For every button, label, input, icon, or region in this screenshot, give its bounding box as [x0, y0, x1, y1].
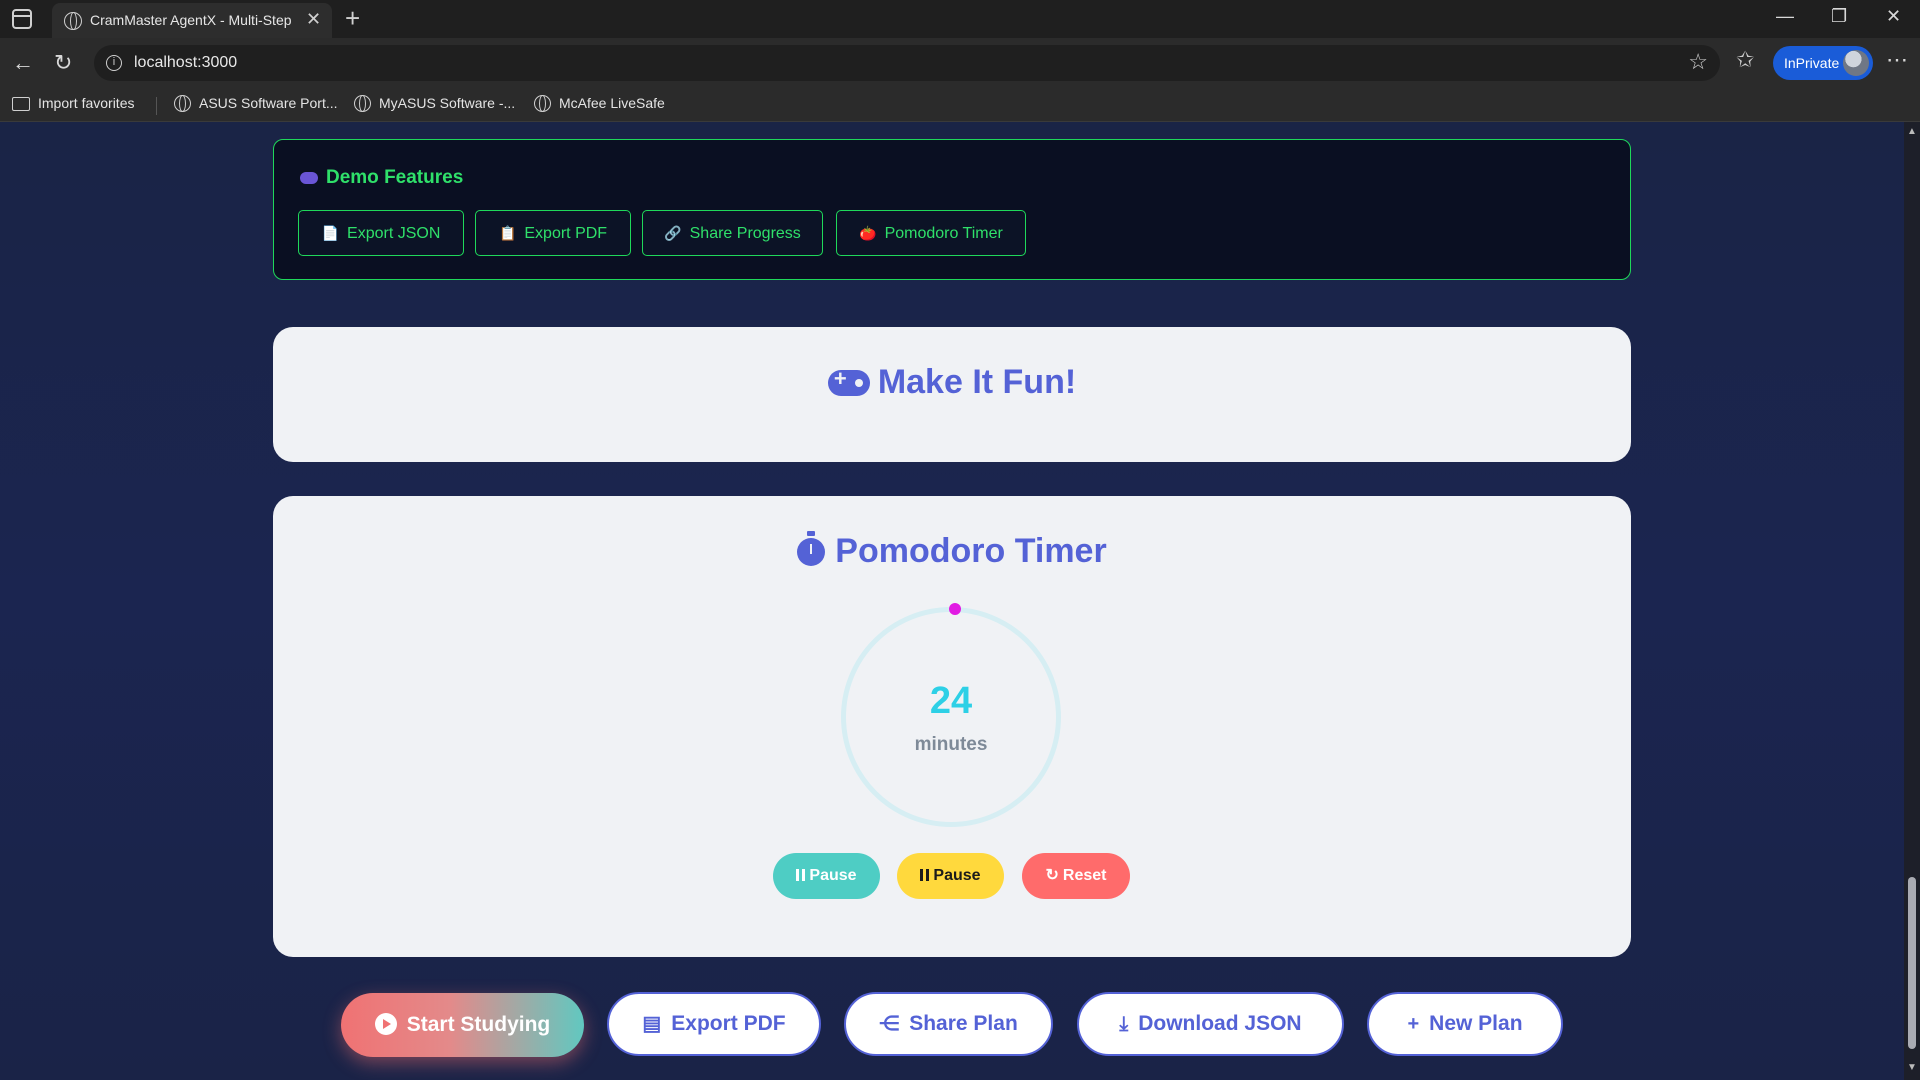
pomodoro-title: Pomodoro Timer — [273, 531, 1631, 571]
scroll-up-icon[interactable]: ▲ — [1907, 126, 1917, 137]
refresh-icon[interactable]: ↻ — [54, 50, 72, 76]
tab-close-icon[interactable]: ✕ — [306, 9, 321, 30]
document-icon: 📄 — [321, 224, 340, 241]
demo-share-progress-button[interactable]: 🔗 Share Progress — [642, 210, 823, 256]
download-icon: ⤓ — [1119, 1013, 1129, 1035]
reset-button[interactable]: ↻ Reset — [1022, 853, 1130, 899]
pause-button-teal[interactable]: Pause — [773, 853, 880, 899]
button-label: Pomodoro Timer — [884, 224, 1003, 242]
gamepad-icon — [827, 366, 870, 396]
favorites-icon[interactable]: ✩ — [1736, 47, 1754, 73]
restore-button[interactable]: ❐ — [1831, 6, 1847, 27]
reset-icon: ↻ — [1045, 867, 1059, 884]
timer-unit-label: minutes — [914, 734, 988, 755]
pause-button-yellow[interactable]: Pause — [897, 853, 1004, 899]
bookmark-asus-software[interactable]: ASUS Software Port... — [174, 95, 338, 112]
timer-ring: 24 minutes — [841, 603, 1061, 827]
clipboard-icon: 📋 — [498, 224, 517, 241]
favorite-star-icon[interactable]: ☆ — [1688, 49, 1708, 75]
bookmark-label: ASUS Software Port... — [199, 95, 338, 111]
demo-pomodoro-timer-button[interactable]: 🍅 Pomodoro Timer — [836, 210, 1026, 256]
make-it-fun-title: Make It Fun! — [273, 363, 1631, 402]
demo-features-title: Demo Features — [300, 167, 463, 189]
back-arrow-icon[interactable]: ← — [12, 50, 34, 76]
scroll-thumb[interactable] — [1908, 877, 1916, 1049]
globe-icon — [64, 12, 82, 30]
globe-icon — [354, 95, 371, 112]
link-icon: 🔗 — [664, 224, 682, 241]
globe-icon — [174, 95, 191, 112]
demo-features-panel: Demo Features 📄 Export JSON 📋 Export PDF 🔗… — [273, 139, 1631, 280]
demo-features-title-text: Demo Features — [326, 167, 464, 188]
timer-progress-dot — [949, 603, 961, 615]
button-label: New Plan — [1429, 1012, 1523, 1035]
inprivate-badge[interactable]: InPrivate — [1773, 46, 1873, 80]
bookmark-label: MyASUS Software -... — [379, 95, 516, 111]
button-label: Export PDF — [671, 1012, 786, 1035]
browser-toolbar: ← ↻ i localhost:3000 ☆ ✩ InPrivate ⋯ — [0, 38, 1920, 88]
button-label: Reset — [1062, 867, 1107, 884]
file-pdf-icon: ▤ — [642, 1013, 662, 1035]
tomato-icon: 🍅 — [859, 224, 877, 241]
globe-icon — [534, 95, 551, 112]
stopwatch-icon — [797, 531, 826, 566]
start-studying-button[interactable]: Start Studying — [341, 993, 584, 1057]
bookmarks-bar: Import favorites ASUS Software Port... M… — [0, 88, 1920, 122]
tab-title: CramMaster AgentX - Multi-Step — [90, 12, 292, 28]
export-pdf-button[interactable]: ▤ Export PDF — [607, 992, 821, 1056]
browser-titlebar: CramMaster AgentX - Multi-Step ✕ + — ❐ ✕ — [0, 0, 1920, 38]
minimize-button[interactable]: — — [1776, 6, 1794, 27]
make-it-fun-title-text: Make It Fun! — [877, 363, 1077, 401]
new-tab-button[interactable]: + — [345, 3, 360, 34]
tab-actions-menu-icon[interactable] — [12, 9, 32, 29]
browser-tab-active[interactable]: CramMaster AgentX - Multi-Step ✕ — [52, 3, 332, 38]
profile-avatar — [1843, 50, 1869, 76]
button-label: Pause — [933, 867, 981, 884]
page-scrollbar[interactable]: ▲ ▼ — [1904, 122, 1920, 1080]
scroll-down-icon[interactable]: ▼ — [1907, 1062, 1917, 1073]
button-label: Share Progress — [689, 224, 801, 242]
button-label: Share Plan — [909, 1012, 1018, 1035]
bookmark-label: McAfee LiveSafe — [559, 95, 665, 111]
inprivate-label: InPrivate — [1784, 55, 1840, 71]
more-menu-icon[interactable]: ⋯ — [1886, 47, 1909, 73]
site-info-icon[interactable]: i — [106, 55, 122, 71]
button-label: Pause — [809, 867, 857, 884]
new-plan-button[interactable]: + New Plan — [1367, 992, 1563, 1056]
button-label: Download JSON — [1138, 1012, 1302, 1035]
download-json-button[interactable]: ⤓ Download JSON — [1077, 992, 1344, 1056]
bookmark-mcafee-livesafe[interactable]: McAfee LiveSafe — [534, 95, 665, 112]
button-label: Export PDF — [524, 224, 608, 242]
address-bar[interactable]: i localhost:3000 ☆ — [94, 45, 1720, 81]
button-label: Export JSON — [347, 224, 441, 242]
bookmark-import-favorites[interactable]: Import favorites — [12, 95, 134, 111]
url-text[interactable]: localhost:3000 — [134, 54, 237, 72]
bookmark-myasus-software[interactable]: MyASUS Software -... — [354, 95, 515, 112]
button-label: Start Studying — [406, 1013, 551, 1036]
page-viewport: Demo Features 📄 Export JSON 📋 Export PDF 🔗… — [0, 122, 1920, 1080]
close-window-button[interactable]: ✕ — [1886, 6, 1901, 27]
gamepad-icon — [300, 172, 318, 184]
demo-export-pdf-button[interactable]: 📋 Export PDF — [475, 210, 631, 256]
bookmark-separator — [156, 97, 157, 115]
timer-minutes-value: 24 — [929, 680, 973, 722]
pause-icon — [796, 869, 806, 881]
folder-import-icon — [12, 97, 30, 111]
plus-icon: + — [1407, 1013, 1420, 1035]
bookmark-label: Import favorites — [38, 95, 135, 111]
share-icon: ⋲ — [879, 1013, 900, 1035]
pomodoro-title-text: Pomodoro Timer — [835, 532, 1107, 570]
play-circle-icon — [374, 1013, 397, 1035]
pomodoro-timer-card: Pomodoro Timer 24 minutes Pause Pause ↻ R… — [273, 496, 1631, 957]
demo-export-json-button[interactable]: 📄 Export JSON — [298, 210, 464, 256]
pause-icon — [920, 869, 930, 881]
share-plan-button[interactable]: ⋲ Share Plan — [844, 992, 1053, 1056]
make-it-fun-card: Make It Fun! — [273, 327, 1631, 462]
